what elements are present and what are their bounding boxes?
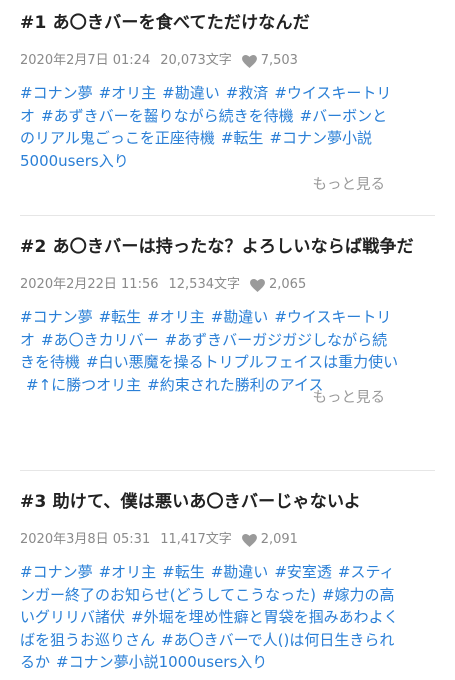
heart-icon [241,54,257,68]
tag-link[interactable]: #勘違い [162,84,220,102]
publish-date: 2020年2月7日 01:24 [20,53,151,68]
tag-link[interactable]: #あ〇きカリバー [41,331,159,349]
work-entry-2: #2 あ〇きバーは持ったな？よろしいならば戦争だ 2020年2月22日 11:5… [0,216,455,471]
tag-list: #コナン夢 #転生 #オリ主 #勘違い #ウイスキートリオ #あ〇きカリバー #あずきバーガ… [20,306,400,396]
work-meta: 2020年2月7日 01:24 20,073文字 7,503 [20,52,435,70]
tag-list: #コナン夢 #オリ主 #勘違い #救済 #ウイスキートリオ #あずきバーを齧りながら続きを… [20,82,400,172]
work-entry-3: #3 助けて、僕は悪いあ〇きバーじゃないよ 2020年3月8日 05:31 11… [0,471,455,680]
tag-link[interactable]: #安室透 [274,563,332,581]
tag-link[interactable]: #転生 [221,129,264,147]
work-meta: 2020年3月8日 05:31 11,417文字 2,091 [20,531,435,549]
like-count-group: 2,065 [250,276,306,294]
work-meta: 2020年2月22日 11:56 12,534文字 2,065 [20,276,435,294]
like-count: 7,503 [260,53,298,68]
tag-link[interactable]: #コナン夢小説1000users入り [56,653,267,671]
like-count-group: 7,503 [241,52,298,70]
heart-icon [250,278,265,292]
tag-link[interactable]: #オリ主 [99,84,157,102]
tag-link[interactable]: #救済 [226,84,269,102]
tag-link[interactable]: #オリ主 [99,563,157,581]
work-entry-1: #1 あ〇きバーを食べてただけなんだ 2020年2月7日 01:24 20,07… [0,0,455,216]
like-count: 2,065 [269,277,307,292]
like-count-group: 2,091 [241,531,298,549]
heart-icon [241,533,257,547]
tag-link[interactable]: #↑に勝つオリ主 [26,376,141,394]
tag-link[interactable]: #オリ主 [147,308,205,326]
tag-link[interactable]: #白い悪魔を操るトリプルフェイスは重力使い [86,353,398,371]
tag-link[interactable]: #転生 [162,563,205,581]
tag-link[interactable]: #コナン夢 [20,563,93,581]
work-list: #1 あ〇きバーを食べてただけなんだ 2020年2月7日 01:24 20,07… [0,0,455,680]
tag-list: #コナン夢 #オリ主 #転生 #勘違い #安室透 #スティンガー終了のお知らせ(どうしてこ… [20,561,400,674]
tag-link[interactable]: #コナン夢 [20,308,93,326]
char-count: 12,534文字 [168,277,241,292]
show-more-button[interactable]: もっと見る [313,173,386,194]
show-more-button[interactable]: もっと見る [313,386,386,407]
char-count: 11,417文字 [160,532,232,547]
work-title[interactable]: #1 あ〇きバーを食べてただけなんだ [20,11,435,35]
tag-link[interactable]: #勘違い [211,308,269,326]
like-count: 2,091 [260,532,298,547]
work-title[interactable]: #3 助けて、僕は悪いあ〇きバーじゃないよ [20,490,435,514]
work-title[interactable]: #2 あ〇きバーは持ったな？よろしいならば戦争だ [20,235,435,259]
publish-date: 2020年2月22日 11:56 [20,277,159,292]
tag-link[interactable]: #勘違い [211,563,269,581]
tag-link[interactable]: #あずきバーを齧りながら続きを待機 [41,107,294,125]
tag-link[interactable]: #コナン夢 [20,84,93,102]
publish-date: 2020年3月8日 05:31 [20,532,151,547]
tag-link[interactable]: #転生 [99,308,142,326]
char-count: 20,073文字 [160,53,232,68]
tag-link[interactable]: #約束された勝利のアイス [147,376,323,394]
